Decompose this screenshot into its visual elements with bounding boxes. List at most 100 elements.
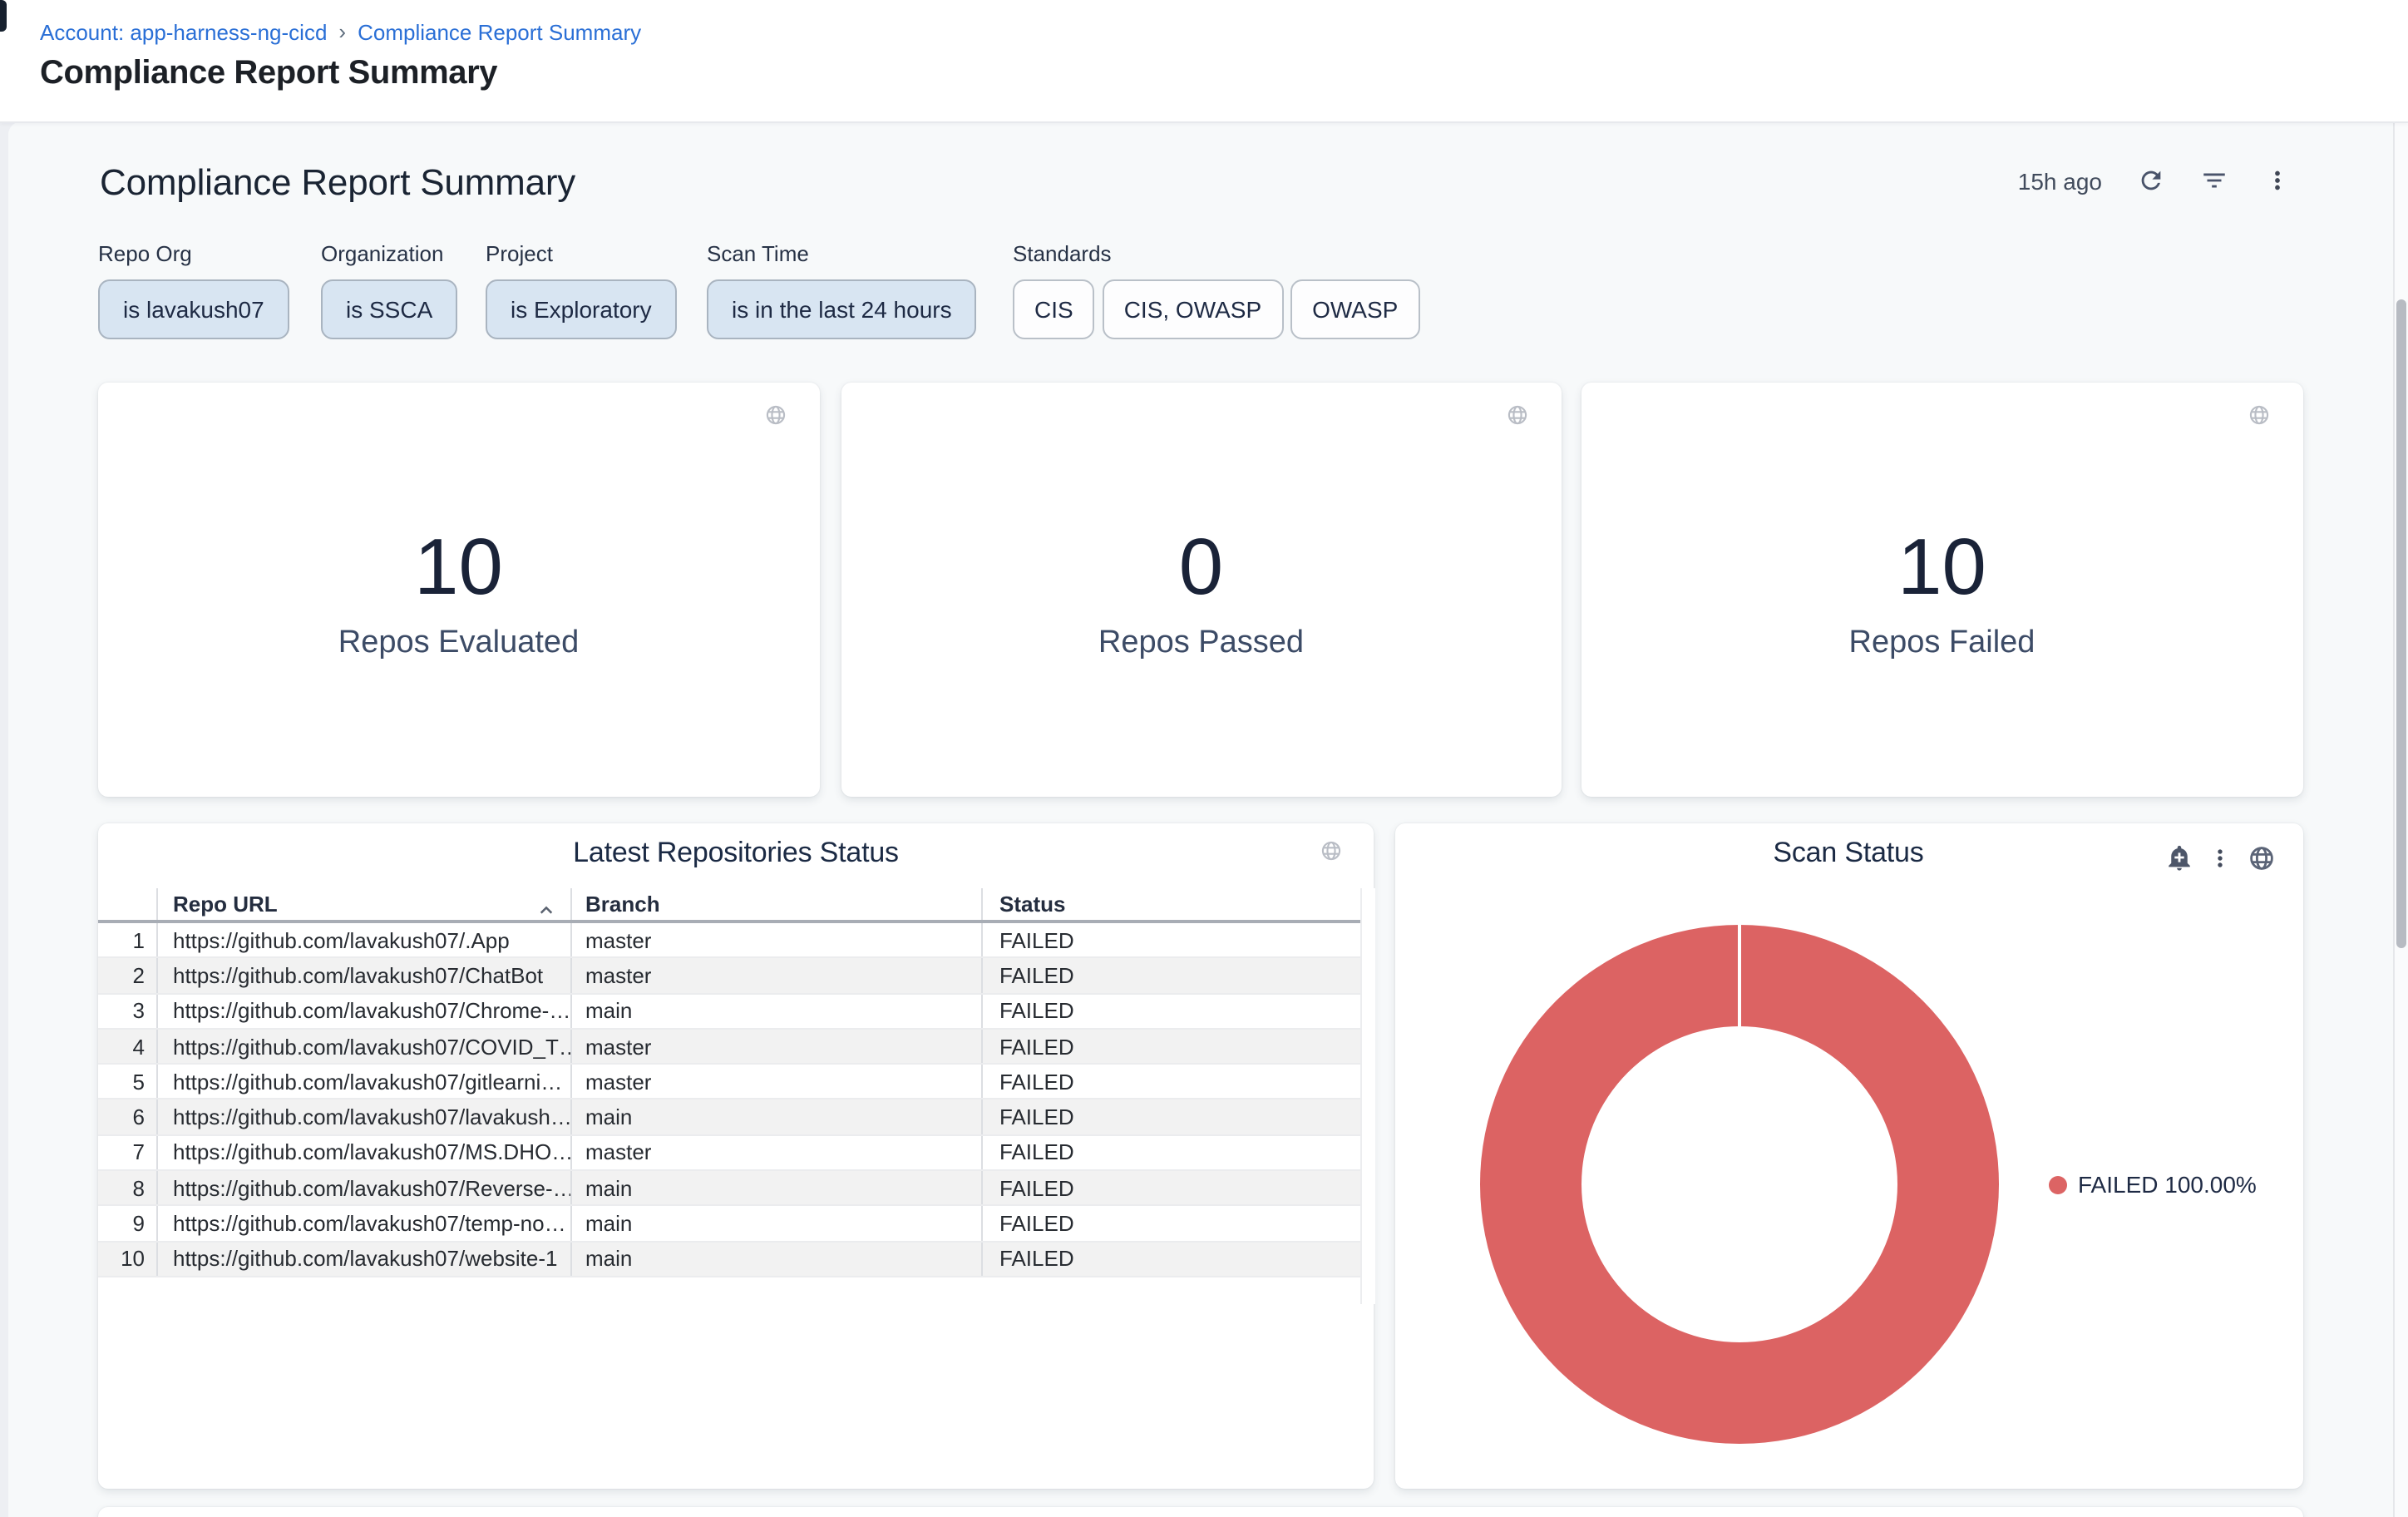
repo-url-cell: https://github.com/lavakush07/Chrome-… [158,994,571,1028]
dashboard-surface: Compliance Report Summary 15h ago Repo O… [8,121,2395,1517]
donut-hole [1581,1026,1897,1342]
globe-icon [2248,404,2269,434]
column-header-branch[interactable]: Branch [571,888,983,920]
filter-group-project: Project is Exploratory [486,241,677,339]
branch-cell: main [571,1207,983,1241]
table-row: 8 https://github.com/lavakush07/Reverse-… [98,1171,1360,1207]
tile-value: 0 [841,522,1562,615]
filter-chip-organization[interactable]: is SSCA [321,279,457,339]
column-header-repo-url[interactable]: Repo URL [158,888,571,920]
scrollbar-thumb[interactable] [2396,299,2406,948]
breadcrumb: Account: app-harness-ng-cicd › Complianc… [40,20,641,45]
repo-url-cell: https://github.com/lavakush07/MS.DHO… [158,1136,571,1170]
filter-chip-project[interactable]: is Exploratory [486,279,677,339]
app-header: Account: app-harness-ng-cicd › Complianc… [0,0,2408,123]
filter-label: Repo Org [98,241,289,266]
repo-url-cell: https://github.com/lavakush07/gitlearni… [158,1065,571,1099]
tile-repos-evaluated: 10 Repos Evaluated [98,383,819,797]
status-cell: FAILED [983,1242,1360,1276]
filter-group-scan-time: Scan Time is in the last 24 hours [707,241,977,339]
more-menu-icon[interactable] [2206,843,2234,872]
status-cell: FAILED [983,994,1360,1028]
table-row: 9 https://github.com/lavakush07/temp-no…… [98,1207,1360,1243]
status-cell: FAILED [983,1030,1360,1064]
donut-slice-boundary [1738,925,1742,1028]
status-cell: FAILED [983,923,1360,957]
row-number: 7 [98,1136,158,1170]
filter-label: Project [486,241,677,266]
page-title: Compliance Report Summary [40,55,497,93]
table-row: 1 https://github.com/lavakush07/.App mas… [98,923,1360,959]
table-row: 7 https://github.com/lavakush07/MS.DHO… … [98,1136,1360,1172]
row-number: 9 [98,1207,158,1241]
tile-label: Repos Failed [1581,625,2302,662]
branch-cell: main [571,1100,983,1134]
sort-asc-icon [538,898,553,920]
branch-cell: master [571,1065,983,1099]
branch-cell: master [571,959,983,993]
tile-value: 10 [1581,522,2302,615]
table-row: 2 https://github.com/lavakush07/ChatBot … [98,959,1360,995]
row-number: 1 [98,923,158,957]
repo-url-cell: https://github.com/lavakush07/website-1 [158,1242,571,1276]
tile-label: Repos Passed [841,625,1562,662]
legend-color-dot [2048,1175,2066,1193]
legend-label: FAILED 100.00% [2078,1171,2257,1198]
globe-icon [764,404,786,434]
row-number: 10 [98,1242,158,1276]
repo-url-cell: https://github.com/lavakush07/temp-no… [158,1207,571,1241]
row-number: 8 [98,1171,158,1205]
branch-cell: main [571,1171,983,1205]
filter-group-repo-org: Repo Org is lavakush07 [98,241,289,339]
branch-cell: main [571,994,983,1028]
table-row: 10 https://github.com/lavakush07/website… [98,1242,1360,1277]
breadcrumb-account-link[interactable]: Account: app-harness-ng-cicd [40,20,327,45]
table-row: 5 https://github.com/lavakush07/gitlearn… [98,1065,1360,1100]
scrollbar-track [2393,121,2408,1517]
legend-item-failed[interactable]: FAILED 100.00% [2048,1171,2257,1198]
breadcrumb-current-link[interactable]: Compliance Report Summary [358,20,641,45]
scan-status-card: Scan Status [1394,823,2302,1489]
filter-icon[interactable] [2200,166,2228,195]
filter-chip-repo-org[interactable]: is lavakush07 [98,279,289,339]
filter-chip-standards-owasp[interactable]: OWASP [1290,279,1419,339]
alert-bell-icon[interactable] [2164,843,2193,872]
refresh-icon[interactable] [2137,166,2165,195]
latest-repositories-card: Latest Repositories Status Repo URL Br [98,823,1374,1489]
dashboard-page: Compliance Report Summary 15h ago Repo O… [0,121,2408,1517]
column-header-status[interactable]: Status [983,888,1360,920]
filter-chip-standards-cis[interactable]: CIS [1013,279,1095,339]
repo-url-cell: https://github.com/lavakush07/lavakush… [158,1100,571,1134]
branch-cell: master [571,1030,983,1064]
status-cell: FAILED [983,1136,1360,1170]
dashboard-toolbar: 15h ago [2018,166,2292,195]
globe-icon [2248,843,2276,872]
donut-chart-failed-slice[interactable] [1480,925,1999,1444]
tile-value: 10 [98,522,819,615]
branch-cell: main [571,1242,983,1276]
row-number: 3 [98,994,158,1028]
last-refresh-label: 15h ago [2018,167,2102,194]
filter-group-organization: Organization is SSCA [321,241,457,339]
filter-group-standards: Standards CIS CIS, OWASP OWASP [1013,241,1419,339]
more-menu-icon[interactable] [2263,166,2292,195]
table-body: 1 https://github.com/lavakush07/.App mas… [98,923,1360,1277]
repo-url-cell: https://github.com/lavakush07/Reverse-… [158,1171,571,1205]
globe-icon [1507,404,1528,434]
nav-rail-edge[interactable] [0,0,6,32]
branch-cell: master [571,923,983,957]
status-cell: FAILED [983,959,1360,993]
row-number: 2 [98,959,158,993]
filter-label: Scan Time [707,241,977,266]
table-title: Latest Repositories Status [98,837,1374,870]
table-scroll-gutter [1360,888,1375,1304]
status-cell: FAILED [983,1065,1360,1099]
table-row: 4 https://github.com/lavakush07/COVID_T…… [98,1030,1360,1065]
scan-card-toolbar [2164,843,2276,872]
tile-label: Repos Evaluated [98,625,819,662]
next-row-card-sliver [98,1507,2303,1517]
dashboard-title: Compliance Report Summary [100,158,575,208]
filter-chip-scan-time[interactable]: is in the last 24 hours [707,279,977,339]
filter-chip-standards-cis-owasp[interactable]: CIS, OWASP [1103,279,1283,339]
status-cell: FAILED [983,1100,1360,1134]
